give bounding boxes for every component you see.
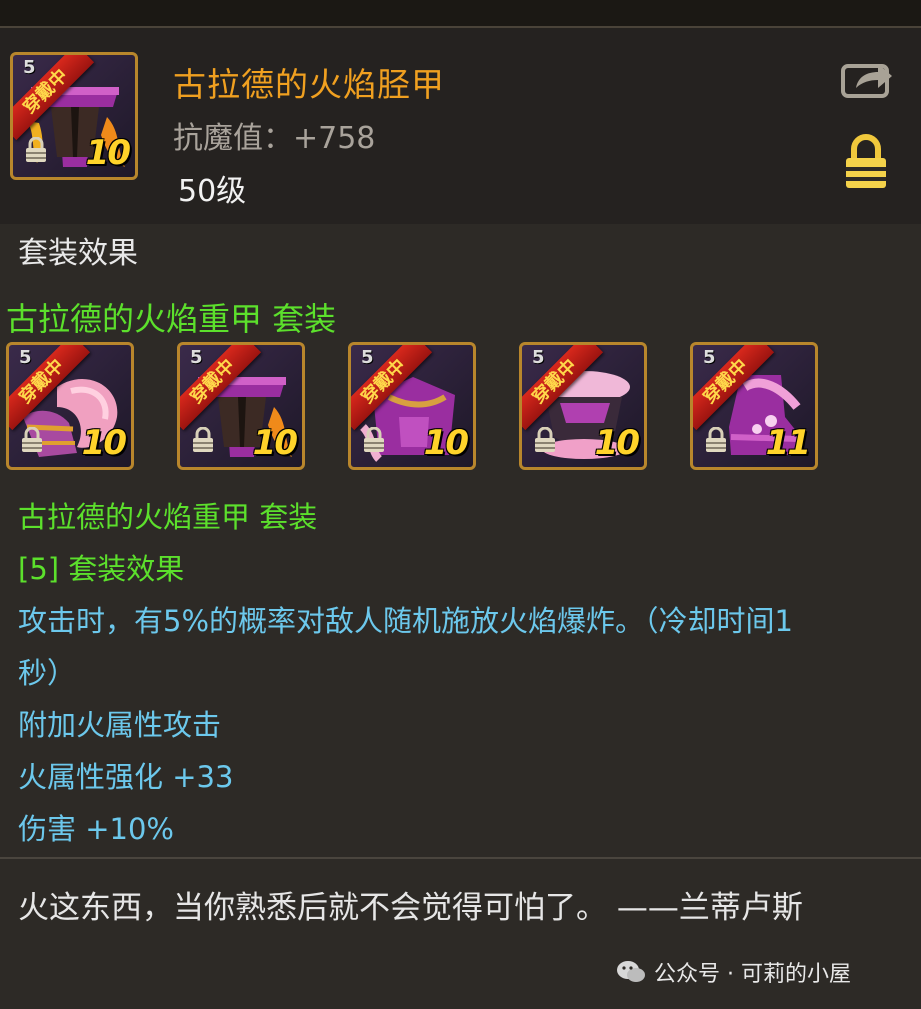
- flavor-text: 火这东西，当你熟悉后就不会觉得可怕了。 ——兰蒂卢斯: [18, 890, 803, 926]
- lock-icon: [706, 427, 726, 452]
- set-piece-slot[interactable]: 5 穿戴中 10: [177, 342, 305, 470]
- set-pieces-row: 5 穿戴中 10 5 穿戴中 10 5 穿戴中 10 5 穿戴中 10 5 穿戴…: [6, 342, 826, 476]
- enhance-level: 10: [85, 133, 131, 173]
- item-icon-slot[interactable]: 5 穿戴中 10: [10, 52, 138, 180]
- set-effects-label: 套装效果: [18, 236, 138, 271]
- wechat-icon: [617, 961, 645, 982]
- item-header: 5 穿戴中 10 古拉德的火焰胫甲 抗魔值：+758 50级: [0, 28, 921, 224]
- divider: [0, 857, 921, 859]
- effect-line: 附加火属性攻击: [18, 708, 222, 742]
- item-tooltip-panel: 5 穿戴中 10 古拉德的火焰胫甲 抗魔值：+758 50级 套装效果 古拉德的…: [0, 26, 921, 1009]
- lock-icon: [26, 137, 46, 162]
- set-piece-slot[interactable]: 5 穿戴中 10: [519, 342, 647, 470]
- enhance-level: 10: [594, 423, 640, 463]
- lock-icon: [193, 427, 213, 452]
- set-piece-level-badge: 5: [703, 347, 716, 368]
- set-piece-level-badge: 5: [361, 347, 374, 368]
- enhance-level: 11: [765, 423, 811, 463]
- item-level-badge: 5: [23, 57, 36, 78]
- set-piece-level-badge: 5: [19, 347, 32, 368]
- effect-line: 火属性强化 +33: [18, 760, 234, 794]
- effect-line: 秒）: [18, 656, 77, 690]
- lock-icon: [364, 427, 384, 452]
- effect-line: 伤害 +10%: [18, 812, 174, 846]
- enhance-level: 10: [423, 423, 469, 463]
- enhance-level: 10: [252, 423, 298, 463]
- lock-icon: [535, 427, 555, 452]
- set-tier-label: [5] 套装效果: [18, 552, 185, 586]
- lock-icon: [22, 427, 42, 452]
- item-stat: 抗魔值：+758: [173, 121, 376, 156]
- set-title: 古拉德的火焰重甲 套装: [6, 300, 337, 338]
- set-piece-slot[interactable]: 5 穿戴中 10: [348, 342, 476, 470]
- set-piece-level-badge: 5: [190, 347, 203, 368]
- set-piece-slot[interactable]: 5 穿戴中 10: [6, 342, 134, 470]
- enhance-level: 10: [81, 423, 127, 463]
- set-detail-title: 古拉德的火焰重甲 套装: [18, 500, 318, 534]
- share-icon[interactable]: [840, 58, 894, 98]
- item-name: 古拉德的火焰胫甲: [173, 65, 445, 104]
- lock-icon[interactable]: [843, 134, 889, 190]
- watermark-text: 公众号 · 可莉的小屋: [654, 962, 851, 987]
- effect-line: 攻击时，有5%的概率对敌人随机施放火焰爆炸。（冷却时间1: [18, 604, 793, 638]
- set-piece-level-badge: 5: [532, 347, 545, 368]
- item-level: 50级: [178, 174, 247, 209]
- set-piece-slot[interactable]: 5 穿戴中 11: [690, 342, 818, 470]
- watermark: 公众号 · 可莉的小屋: [616, 956, 851, 988]
